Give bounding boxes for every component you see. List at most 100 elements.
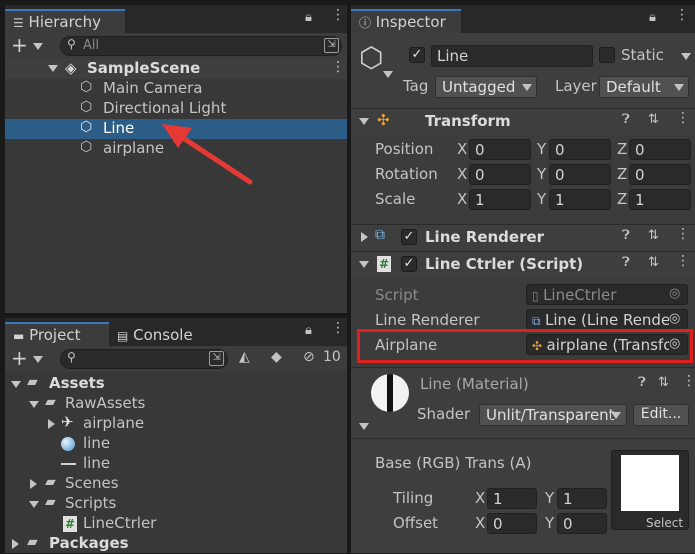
kebab-menu-icon[interactable]: ⋮ (331, 321, 345, 335)
offset-x-field[interactable]: 0 (487, 513, 537, 534)
scale-x-field[interactable]: 1 (469, 189, 531, 210)
tab-inspector[interactable]: ⓘ Inspector (351, 9, 461, 33)
help-icon[interactable]: ❓︎ (638, 375, 646, 390)
expand-arrow-icon[interactable] (48, 65, 58, 72)
lock-icon[interactable]: 🔒︎ (649, 10, 656, 25)
search-options-icon[interactable]: ⇲ (324, 38, 339, 53)
script-field: ▯ LineCtrler ◎ (526, 284, 688, 305)
line-ctrler-header[interactable]: # ✓ Line Ctrler (Script) ❓︎ ⇅ ⋮ (351, 251, 695, 277)
tab-console[interactable]: ▤ Console (109, 322, 213, 346)
tree-row-assets[interactable]: ▰ Assets (5, 374, 347, 394)
lock-icon[interactable]: 🔒︎ (305, 323, 312, 338)
tree-row-airplane[interactable]: ✈ airplane (5, 413, 347, 434)
add-button[interactable]: + (11, 33, 28, 57)
list-item[interactable]: ⬡ Main Camera (5, 79, 347, 99)
add-dropdown-icon[interactable] (33, 356, 43, 363)
shader-dropdown[interactable]: Unlit/Transparent (479, 404, 627, 426)
object-name-field[interactable]: Line (431, 45, 593, 67)
object-picker-icon[interactable]: ◎ (669, 311, 681, 326)
tab-hierarchy[interactable]: ☰ Hierarchy (5, 9, 125, 33)
console-icon: ▤ (117, 329, 129, 343)
position-z-field[interactable]: 0 (629, 139, 691, 160)
kebab-menu-icon[interactable]: ⋮ (331, 8, 345, 22)
expand-arrow-icon[interactable] (29, 401, 39, 408)
line-ctrler-enabled-checkbox[interactable]: ✓ (401, 256, 417, 272)
texture-slot[interactable]: Select (611, 450, 689, 530)
gameobject-cube-icon[interactable]: ⬡ (359, 41, 383, 74)
scale-y-field[interactable]: 1 (549, 189, 611, 210)
help-icon[interactable]: ❓︎ (622, 228, 630, 243)
position-y-field[interactable]: 0 (549, 139, 611, 160)
tag-dropdown[interactable]: Untagged (435, 76, 537, 98)
script-value: LineCtrler (543, 286, 617, 304)
component-menu-icon[interactable]: ⋮ (676, 111, 690, 125)
tiling-y-field[interactable]: 1 (557, 488, 607, 509)
collapse-arrow-icon[interactable] (48, 419, 55, 429)
rotation-y-field[interactable]: 0 (549, 164, 611, 185)
texture-select-label[interactable]: Select (646, 516, 683, 530)
tree-row-linectrler[interactable]: # LineCtrler (5, 514, 347, 534)
scale-z-field[interactable]: 1 (629, 189, 691, 210)
line-renderer-header[interactable]: ⧉ ✓ Line Renderer ❓︎ ⇅ ⋮ (351, 224, 695, 250)
filter-by-label-icon[interactable]: ◆ (271, 349, 282, 365)
tree-row-scenes[interactable]: ▰ Scenes (5, 474, 347, 494)
help-icon[interactable]: ❓︎ (622, 112, 630, 127)
expand-arrow-icon[interactable] (11, 381, 21, 388)
rotation-z-field[interactable]: 0 (629, 164, 691, 185)
edit-shader-button[interactable]: Edit... (633, 404, 689, 426)
position-x-field[interactable]: 0 (469, 139, 531, 160)
component-menu-icon[interactable]: ⋮ (676, 227, 690, 241)
expand-arrow-icon[interactable] (359, 261, 369, 268)
search-options-icon[interactable]: ⇲ (209, 351, 224, 366)
tree-row-packages[interactable]: ▰ Packages (5, 534, 347, 554)
add-dropdown-icon[interactable] (33, 43, 43, 50)
preset-icon[interactable]: ⇅ (658, 375, 669, 390)
collapse-arrow-icon[interactable] (12, 539, 19, 549)
lock-icon[interactable]: 🔒︎ (305, 10, 312, 25)
layer-dropdown[interactable]: Default (599, 76, 689, 98)
help-icon[interactable]: ❓︎ (622, 255, 630, 270)
hierarchy-search-input[interactable]: ⚲ All ⇲ (60, 36, 342, 56)
preset-icon[interactable]: ⇅ (648, 112, 659, 127)
scene-name: SampleScene (87, 59, 201, 77)
tree-row-scripts[interactable]: ▰ Scripts (5, 494, 347, 514)
line-renderer-field[interactable]: ⧉ Line (Line Rende ◎ (526, 309, 688, 330)
expand-arrow-icon[interactable] (359, 423, 369, 430)
tiling-x-field[interactable]: 1 (487, 488, 537, 509)
static-dropdown-icon[interactable] (681, 53, 691, 60)
scene-row[interactable]: ◈ SampleScene ⋮ (5, 59, 347, 79)
csharp-script-icon: # (377, 256, 391, 272)
hidden-packages-icon[interactable]: ⊘ (303, 349, 315, 365)
component-menu-icon[interactable]: ⋮ (676, 254, 690, 268)
filter-by-type-icon[interactable]: ◭ (239, 349, 250, 365)
expand-arrow-icon[interactable] (359, 118, 369, 125)
project-search-input[interactable]: ⚲ ⇲ (60, 349, 228, 369)
tree-row-line-material[interactable]: line (5, 434, 347, 454)
kebab-menu-icon[interactable]: ⋮ (675, 8, 689, 22)
tab-project[interactable]: ▬ Project (5, 322, 109, 346)
collapse-arrow-icon[interactable] (30, 479, 37, 489)
line-renderer-enabled-checkbox[interactable]: ✓ (401, 229, 417, 245)
icon-dropdown-icon[interactable] (383, 71, 393, 78)
position-x-value: 0 (475, 141, 485, 159)
preset-icon[interactable]: ⇅ (648, 255, 659, 270)
material-menu-icon[interactable]: ⋮ (682, 374, 695, 388)
tree-row-line-mesh[interactable]: line (5, 454, 347, 474)
rotation-x-field[interactable]: 0 (469, 164, 531, 185)
axis-z-label: Z (617, 140, 628, 158)
active-checkbox[interactable]: ✓ (409, 47, 425, 63)
add-button[interactable]: + (11, 346, 28, 370)
collapse-arrow-icon[interactable] (361, 232, 368, 242)
object-picker-icon[interactable]: ◎ (669, 286, 680, 301)
layer-label: Layer (555, 77, 597, 95)
tree-row-rawassets[interactable]: ▰ RawAssets (5, 394, 347, 414)
line-ctrler-title: Line Ctrler (Script) (425, 255, 584, 273)
static-checkbox[interactable] (599, 47, 615, 63)
transform-header[interactable]: ✣ Transform ❓︎ ⇅ ⋮ (351, 108, 695, 134)
expand-arrow-icon[interactable] (29, 501, 39, 508)
material-sphere-icon (61, 437, 75, 451)
offset-y-field[interactable]: 0 (557, 513, 607, 534)
preset-icon[interactable]: ⇅ (648, 228, 659, 243)
scene-menu-icon[interactable]: ⋮ (331, 60, 345, 74)
position-z-value: 0 (635, 141, 645, 159)
